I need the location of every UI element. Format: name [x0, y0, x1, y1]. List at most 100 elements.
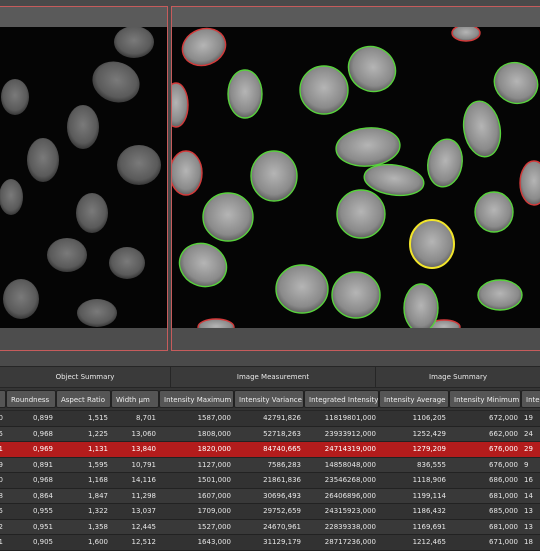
table-cell: 0,969	[32, 445, 53, 453]
nucleus-object[interactable]	[336, 189, 386, 239]
table-cell: 12,445	[131, 522, 157, 531]
table-row[interactable]: 0 0,899 1,515 8,701 1587,000 42791,826 1181980…	[0, 411, 540, 427]
segmentation-panel[interactable]	[171, 6, 540, 351]
group-object-summary[interactable]: Object Summary	[0, 367, 171, 387]
edge-nucleus[interactable]	[172, 82, 189, 128]
table-row[interactable]: 8 0,864 1,847 11,298 1607,000 30696,493 264068…	[0, 488, 540, 504]
table-cell: 29	[524, 445, 533, 453]
table-cell: 1,225	[87, 429, 108, 438]
table-cell: 1501,000	[197, 476, 231, 484]
edge-nucleus[interactable]	[519, 160, 540, 206]
nucleus	[117, 145, 161, 185]
table-cell: 28717236,000	[324, 538, 376, 546]
table-cell: 836,555	[417, 460, 446, 469]
group-image-measurement[interactable]: Image Measurement	[171, 367, 376, 387]
table-cell: 1709,000	[197, 507, 231, 515]
table-cell: 19	[524, 414, 533, 422]
table-cell: 1199,114	[412, 491, 446, 500]
column-header-intensity-variance[interactable]: Intensity Variance	[234, 390, 304, 408]
table-cell: 676,000	[489, 460, 518, 469]
group-image-summary[interactable]: Image Summary	[376, 367, 540, 387]
segmentation-panel-toolbar	[172, 7, 540, 28]
nucleus-object[interactable]	[250, 150, 298, 202]
raw-nuclei-image[interactable]	[0, 27, 167, 328]
table-cell: 13,060	[131, 429, 157, 438]
nucleus-object[interactable]	[474, 191, 514, 233]
nucleus-object[interactable]	[275, 264, 329, 314]
table-cell: 24315923,000	[324, 507, 376, 515]
column-header-partial-right[interactable]: Inte	[521, 390, 540, 408]
table-cell: 21861,836	[263, 476, 301, 484]
nucleus	[77, 299, 117, 327]
table-row-selected[interactable]: 1 0,969 1,131 13,840 1820,000 84740,665 247143…	[0, 442, 540, 458]
segmentation-panel-footer	[172, 328, 540, 350]
table-cell: 23546268,000	[324, 476, 376, 484]
edge-nucleus[interactable]	[177, 27, 231, 71]
column-header-intensity-minimum[interactable]: Intensity Minimum	[449, 390, 521, 408]
table-cell: 1587,000	[197, 414, 231, 422]
table-cell: 1,131	[87, 445, 108, 453]
nucleus-object[interactable]	[403, 283, 439, 328]
segmented-nuclei-image[interactable]	[172, 27, 540, 328]
table-row[interactable]: 9 0,891 1,595 10,791 1127,000 7586,283 1485804…	[0, 457, 540, 473]
table-cell: 1127,000	[197, 460, 231, 469]
nucleus	[0, 179, 23, 215]
selected-nucleus-object[interactable]	[409, 219, 455, 269]
nucleus-object[interactable]	[334, 125, 401, 168]
column-header-integrated-intensity[interactable]: Integrated Intensity	[304, 390, 379, 408]
table-cell: 30696,493	[263, 491, 301, 500]
column-header-intensity-maximum[interactable]: Intensity Maximum	[159, 390, 234, 408]
table-cell: 676,000	[489, 445, 518, 453]
table-cell: 1,358	[87, 522, 108, 531]
table-cell: 0,905	[32, 538, 53, 546]
table-row[interactable]: 2 0,951 1,358 12,445 1527,000 24670,961 228393…	[0, 519, 540, 535]
table-row[interactable]: 5 0,968 1,225 13,060 1808,000 52718,263 239339…	[0, 426, 540, 442]
table-splitter[interactable]	[0, 358, 540, 367]
table-cell: 13	[524, 522, 533, 531]
nucleus-object[interactable]	[340, 38, 404, 100]
nucleus-object[interactable]	[424, 136, 466, 189]
nucleus-object[interactable]	[202, 192, 254, 242]
edge-nucleus[interactable]	[451, 27, 481, 42]
nucleus	[3, 279, 39, 319]
table-cell: 26406896,000	[324, 491, 376, 500]
nucleus-object[interactable]	[172, 236, 233, 294]
table-cell: 1643,000	[197, 538, 231, 546]
table-cell: 13,840	[131, 445, 157, 453]
column-header-roundness[interactable]: Roundness	[6, 390, 56, 408]
table-cell: 1,322	[87, 507, 108, 515]
table-cell: 671,000	[489, 538, 518, 546]
nucleus-object[interactable]	[331, 271, 381, 319]
table-cell: 13,037	[131, 507, 157, 515]
nucleus	[114, 27, 154, 58]
nucleus-object[interactable]	[477, 279, 523, 311]
raw-panel-footer	[0, 328, 167, 350]
nucleus-object[interactable]	[227, 69, 263, 119]
nucleus	[109, 247, 145, 279]
table-row[interactable]: 0 0,968 1,168 14,116 1501,000 21861,836 235462…	[0, 473, 540, 489]
results-table[interactable]: Object Summary Image Measurement Image S…	[0, 358, 540, 551]
raw-image-panel[interactable]	[0, 6, 168, 351]
table-cell: 1607,000	[197, 491, 231, 500]
table-row[interactable]: 5 0,955 1,322 13,037 1709,000 29752,659 243159…	[0, 504, 540, 520]
nucleus-object[interactable]	[459, 98, 504, 159]
table-cell: 0,968	[32, 476, 53, 484]
table-cell: 29752,659	[263, 507, 301, 515]
table-cell: 0,891	[32, 460, 53, 469]
table-cell: 672,000	[489, 414, 518, 422]
table-cell: 662,000	[489, 429, 518, 438]
column-header-aspect-ratio[interactable]: Aspect Ratio	[56, 390, 111, 408]
edge-nucleus[interactable]	[172, 150, 203, 196]
viewer-area	[0, 0, 540, 358]
table-cell: 14	[524, 491, 533, 500]
table-cell: 1252,429	[412, 429, 446, 438]
table-row[interactable]: 1 0,905 1,600 12,512 1643,000 31129,179 287172…	[0, 535, 540, 551]
column-header-row: Roundness Aspect Ratio Width µm Intensit…	[0, 388, 540, 411]
table-cell: 42791,826	[263, 414, 301, 422]
nucleus-object[interactable]	[488, 56, 540, 111]
column-header-width[interactable]: Width µm	[111, 390, 159, 408]
table-cell: 1279,209	[412, 445, 446, 453]
edge-nucleus[interactable]	[197, 318, 235, 328]
column-header-intensity-average[interactable]: Intensity Average	[379, 390, 449, 408]
nucleus-object[interactable]	[299, 65, 349, 115]
